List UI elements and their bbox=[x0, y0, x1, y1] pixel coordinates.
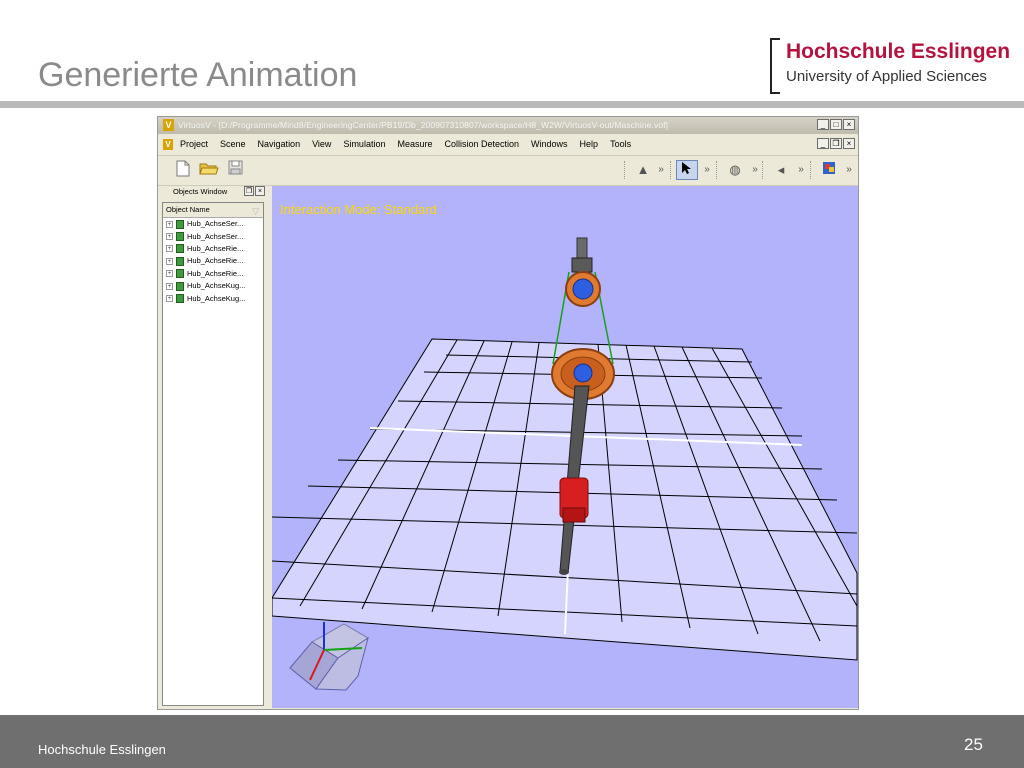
objects-panel-header: Objects Window ❐ × bbox=[161, 186, 265, 199]
menu-collision-detection[interactable]: Collision Detection bbox=[444, 139, 519, 149]
sphere-icon[interactable]: ◍ bbox=[724, 160, 746, 180]
object-name-header: Object Name bbox=[166, 205, 210, 214]
upper-hub bbox=[572, 278, 594, 300]
slide-title: Generierte Animation bbox=[38, 56, 358, 94]
panel-restore-button[interactable]: ❐ bbox=[244, 186, 254, 196]
logo-bracket-icon bbox=[770, 38, 780, 94]
save-icon[interactable] bbox=[224, 160, 246, 180]
spindle-nut-lower bbox=[562, 507, 586, 523]
toolbar-separator bbox=[670, 161, 673, 179]
menu-view[interactable]: View bbox=[312, 139, 331, 149]
tree-item[interactable]: + Hub_AchseRie... bbox=[163, 268, 263, 280]
close-button[interactable]: × bbox=[843, 119, 855, 130]
logo-subtitle: University of Applied Sciences bbox=[786, 68, 987, 85]
motor-shaft bbox=[576, 237, 588, 261]
object-icon bbox=[176, 256, 184, 266]
toolbar-separator bbox=[716, 161, 719, 179]
menu-measure[interactable]: Measure bbox=[397, 139, 432, 149]
3d-scene bbox=[272, 237, 858, 691]
tree-item[interactable]: + Hub_AchseRie... bbox=[163, 243, 263, 255]
object-icon bbox=[176, 281, 184, 291]
orientation-cube bbox=[289, 622, 369, 691]
object-icon bbox=[176, 269, 184, 279]
minimize-button[interactable]: _ bbox=[817, 119, 829, 130]
object-name-column-header[interactable]: Object Name ▽ bbox=[163, 203, 263, 218]
motor-body bbox=[571, 257, 593, 273]
filter-icon[interactable]: ▽ bbox=[252, 204, 259, 218]
app-logo-icon: V bbox=[163, 119, 174, 131]
tree-item-label: Hub_AchseSer... bbox=[187, 219, 244, 229]
tree-item-label: Hub_AchseRie... bbox=[187, 268, 244, 278]
lower-hub bbox=[573, 363, 593, 383]
pointer-arrow-icon[interactable] bbox=[676, 160, 698, 180]
doc-close-button[interactable]: × bbox=[843, 138, 855, 149]
title-divider bbox=[0, 101, 1024, 108]
menu-simulation[interactable]: Simulation bbox=[343, 139, 385, 149]
double-chevron-icon[interactable]: » bbox=[696, 160, 718, 180]
toolbar: ▲ » » ◍ » ◂ » » bbox=[158, 155, 858, 186]
tree-item-label: Hub_AchseKug... bbox=[187, 281, 246, 291]
plus-box-icon[interactable]: + bbox=[166, 257, 173, 265]
menu-help[interactable]: Help bbox=[580, 139, 599, 149]
toolbar-separator bbox=[624, 161, 627, 179]
object-icon bbox=[176, 294, 184, 304]
plus-box-icon[interactable]: + bbox=[166, 282, 173, 290]
plus-box-icon[interactable]: + bbox=[166, 233, 173, 241]
university-logo: Hochschule Esslingen University of Appli… bbox=[770, 38, 1011, 94]
logo-name: Hochschule Esslingen bbox=[786, 40, 1011, 63]
objects-panel: Objects Window ❐ × Object Name ▽ + Hub_Ac… bbox=[161, 186, 265, 706]
menu-navigation[interactable]: Navigation bbox=[258, 139, 301, 149]
tree-item-label: Hub_AchseRie... bbox=[187, 256, 244, 266]
toolbar-separator bbox=[810, 161, 813, 179]
tree-item-label: Hub_AchseKug... bbox=[187, 293, 246, 303]
tree-item[interactable]: + Hub_AchseSer... bbox=[163, 230, 263, 242]
document-menu-icon[interactable]: V bbox=[163, 139, 173, 150]
tree-item-label: Hub_AchseSer... bbox=[187, 231, 244, 241]
double-chevron-icon[interactable]: » bbox=[838, 160, 858, 180]
double-chevron-icon[interactable]: » bbox=[650, 160, 672, 180]
double-chevron-icon[interactable]: » bbox=[790, 160, 812, 180]
slide-footer: Hochschule Esslingen 25 bbox=[0, 715, 1024, 768]
object-icon bbox=[176, 219, 184, 229]
toolbar-separator bbox=[762, 161, 765, 179]
menu-scene[interactable]: Scene bbox=[220, 139, 246, 149]
doc-minimize-button[interactable]: _ bbox=[817, 138, 829, 149]
interaction-mode-label: Interaction Mode: Standard bbox=[280, 202, 437, 217]
doc-restore-button[interactable]: ❐ bbox=[830, 138, 842, 149]
new-file-icon[interactable] bbox=[172, 160, 194, 180]
spindle-end bbox=[559, 569, 569, 575]
camera-icon[interactable]: ◂ bbox=[770, 160, 792, 180]
object-icon bbox=[176, 244, 184, 254]
plus-box-icon[interactable]: + bbox=[166, 270, 173, 278]
tools-icon[interactable] bbox=[818, 160, 840, 180]
object-icon bbox=[176, 232, 184, 242]
tree-item[interactable]: + Hub_AchseKug... bbox=[163, 292, 263, 304]
objects-window-label: Objects Window bbox=[173, 187, 228, 196]
footer-institution: Hochschule Esslingen bbox=[38, 742, 166, 757]
virtuosv-window: V VirtuosV - [D:/Programme/Mind8/Enginee… bbox=[157, 116, 859, 710]
tree-item[interactable]: + Hub_AchseSer... bbox=[163, 218, 263, 230]
tree-item[interactable]: + Hub_AchseRie... bbox=[163, 255, 263, 267]
plus-box-icon[interactable]: + bbox=[166, 245, 173, 253]
window-titlebar[interactable]: V VirtuosV - [D:/Programme/Mind8/Enginee… bbox=[158, 117, 858, 134]
plus-box-icon[interactable]: + bbox=[166, 295, 173, 303]
object-tree: Object Name ▽ + Hub_AchseSer... + Hub_Achs… bbox=[162, 202, 264, 706]
page-number: 25 bbox=[964, 735, 983, 754]
menu-project[interactable]: Project bbox=[180, 139, 208, 149]
plus-box-icon[interactable]: + bbox=[166, 220, 173, 228]
menu-tools[interactable]: Tools bbox=[610, 139, 631, 149]
open-folder-icon[interactable] bbox=[198, 160, 220, 180]
tree-item-label: Hub_AchseRie... bbox=[187, 243, 244, 253]
tree-item[interactable]: + Hub_AchseKug... bbox=[163, 280, 263, 292]
menu-windows[interactable]: Windows bbox=[531, 139, 568, 149]
window-title: VirtuosV - [D:/Programme/Mind8/Engineeri… bbox=[178, 120, 669, 130]
panel-close-button[interactable]: × bbox=[255, 186, 265, 196]
menu-bar: V Project Scene Navigation View Simulati… bbox=[158, 136, 858, 153]
3d-viewport[interactable]: Interaction Mode: Standard bbox=[272, 186, 858, 708]
maximize-button[interactable]: □ bbox=[830, 119, 842, 130]
